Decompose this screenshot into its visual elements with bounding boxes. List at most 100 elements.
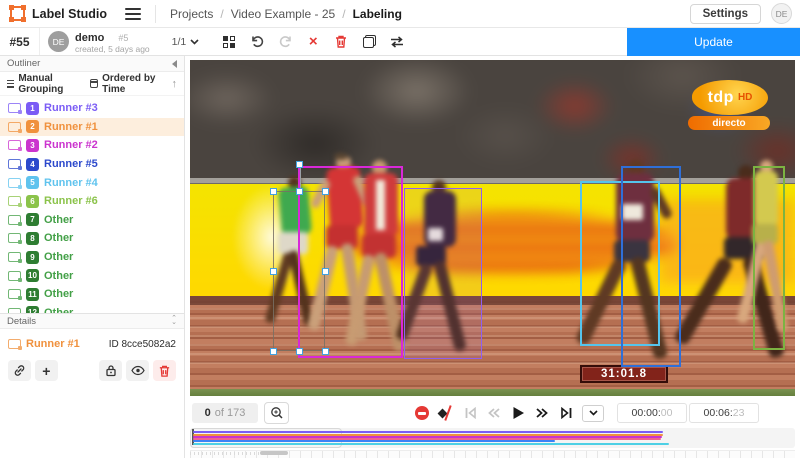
menu-icon[interactable] [125, 8, 141, 20]
frame-options-button[interactable] [582, 405, 604, 422]
rotate-handle[interactable] [296, 161, 303, 168]
divider [155, 5, 156, 23]
region-label: Runner #5 [44, 158, 98, 170]
region-box-runner-1[interactable] [273, 191, 325, 351]
region-label: Other [44, 270, 73, 282]
region-row[interactable]: 7 Other [0, 211, 184, 230]
region-box-runner-6[interactable] [753, 166, 785, 350]
top-bar: Label Studio Projects / Video Example - … [0, 0, 800, 28]
timeline-region-bar [193, 440, 555, 442]
region-id: ID 8cce5082a2 [109, 339, 176, 350]
sort-direction-button[interactable]: ↑ [172, 78, 178, 90]
region-label: Runner #6 [44, 195, 98, 207]
ordering-select[interactable]: Ordered by Time [90, 73, 166, 95]
app-name: Label Studio [32, 7, 107, 21]
undo-button[interactable] [247, 32, 267, 52]
timeline-scroll-thumb[interactable] [260, 451, 288, 455]
frame-counter[interactable]: 0 of 173 [192, 403, 258, 423]
details-header[interactable]: Details ⌃⌄ [0, 313, 184, 329]
region-index-badge: 6 [26, 195, 39, 208]
redo-button[interactable] [275, 32, 295, 52]
region-index-badge: 3 [26, 139, 39, 152]
region-row[interactable]: 5Runner #4 [0, 173, 184, 192]
resize-handle[interactable] [270, 268, 277, 275]
interpolation-toggle-button[interactable] [438, 405, 454, 421]
link-region-button[interactable] [8, 360, 31, 381]
view-all-button[interactable] [219, 32, 239, 52]
delete-annotation-button[interactable] [331, 32, 351, 52]
transfer-button[interactable] [387, 32, 407, 52]
settings-button[interactable]: Settings [690, 4, 761, 24]
keyframe-slash-icon [438, 406, 454, 420]
zoom-tool-button[interactable] [264, 402, 289, 424]
region-index-badge: 9 [26, 251, 39, 264]
timeline-ruler[interactable] [190, 450, 795, 458]
region-label: Other [44, 251, 73, 263]
hide-region-button[interactable] [126, 360, 149, 381]
label-studio-logo-icon [10, 6, 25, 21]
chevron-down-icon [190, 39, 199, 45]
region-row[interactable]: 10Other [0, 266, 184, 285]
lock-region-button[interactable] [99, 360, 122, 381]
annotation-info[interactable]: DE demo#5 created, 5 days ago [40, 29, 158, 55]
skip-to-start-button[interactable] [462, 405, 478, 421]
details-panel: Details ⌃⌄ Runner #1 ID 8cce5082a2 + [0, 313, 184, 381]
labeling-workspace: tdp HD directo 31:01.8 0 of 173 [185, 56, 800, 458]
timeline-minimap[interactable] [190, 428, 795, 448]
user-avatar[interactable]: DE [771, 3, 792, 24]
region-index-badge: 7 [26, 213, 39, 226]
region-label: Other [44, 232, 73, 244]
collapse-panel-icon[interactable] [172, 60, 177, 68]
breadcrumb-task[interactable]: Video Example - 25 [231, 7, 336, 21]
play-button[interactable] [510, 405, 526, 421]
task-bar: #55 DE demo#5 created, 5 days ago 1/1 × … [0, 28, 800, 56]
add-relation-button[interactable]: + [35, 360, 58, 381]
resize-handle[interactable] [296, 348, 303, 355]
selected-region-label: Runner #1 [26, 338, 80, 350]
resize-handle[interactable] [270, 188, 277, 195]
update-button[interactable]: Update [627, 28, 800, 56]
region-label: Other [44, 288, 73, 300]
breadcrumb: Projects / Video Example - 25 / Labeling [170, 7, 402, 21]
region-row[interactable]: 1Runner #3 [0, 99, 184, 118]
region-label: Other [44, 214, 73, 226]
region-row[interactable]: 11Other [0, 285, 184, 304]
video-canvas[interactable]: tdp HD directo 31:01.8 [190, 60, 795, 396]
resize-handle[interactable] [322, 188, 329, 195]
region-shape-icon [8, 289, 21, 299]
breadcrumb-projects[interactable]: Projects [170, 7, 213, 21]
annotation-pager[interactable]: 1/1 [172, 36, 200, 48]
grouping-select[interactable]: Manual Grouping [7, 73, 85, 95]
reject-button[interactable]: × [303, 32, 323, 52]
delete-region-button[interactable] [153, 360, 176, 381]
keyframe-toggle-button[interactable] [414, 405, 430, 421]
resize-handle[interactable] [270, 348, 277, 355]
region-row[interactable]: 9 Other [0, 248, 184, 267]
region-shape-icon [8, 178, 21, 188]
region-box-runner-5[interactable] [621, 166, 681, 367]
region-shape-icon [8, 339, 21, 349]
region-row[interactable]: 6 Runner #6 [0, 192, 184, 211]
resize-handle[interactable] [296, 188, 303, 195]
annotator-name: demo [75, 32, 104, 44]
region-row[interactable]: 8Other [0, 229, 184, 248]
region-row[interactable]: 4Runner #5 [0, 155, 184, 174]
timeline-region-bar [193, 431, 663, 433]
resize-handle[interactable] [322, 268, 329, 275]
region-shape-icon [8, 196, 21, 206]
region-box-runner-3[interactable] [404, 188, 482, 359]
skip-to-end-button[interactable] [558, 405, 574, 421]
duplicate-button[interactable] [359, 32, 379, 52]
timeline-region-bar [193, 443, 669, 445]
resize-panel-icon[interactable]: ⌃⌄ [171, 317, 177, 325]
region-boxes-layer [190, 60, 795, 396]
step-backward-button[interactable] [486, 405, 502, 421]
region-row[interactable]: 3Runner #2 [0, 136, 184, 155]
outliner-header[interactable]: Outliner [0, 56, 184, 72]
grouping-icon [7, 80, 14, 88]
region-shape-icon [8, 233, 21, 243]
resize-handle[interactable] [322, 348, 329, 355]
region-row[interactable]: 2Runner #1 [0, 118, 184, 137]
region-shape-icon [8, 215, 21, 225]
step-forward-button[interactable] [534, 405, 550, 421]
